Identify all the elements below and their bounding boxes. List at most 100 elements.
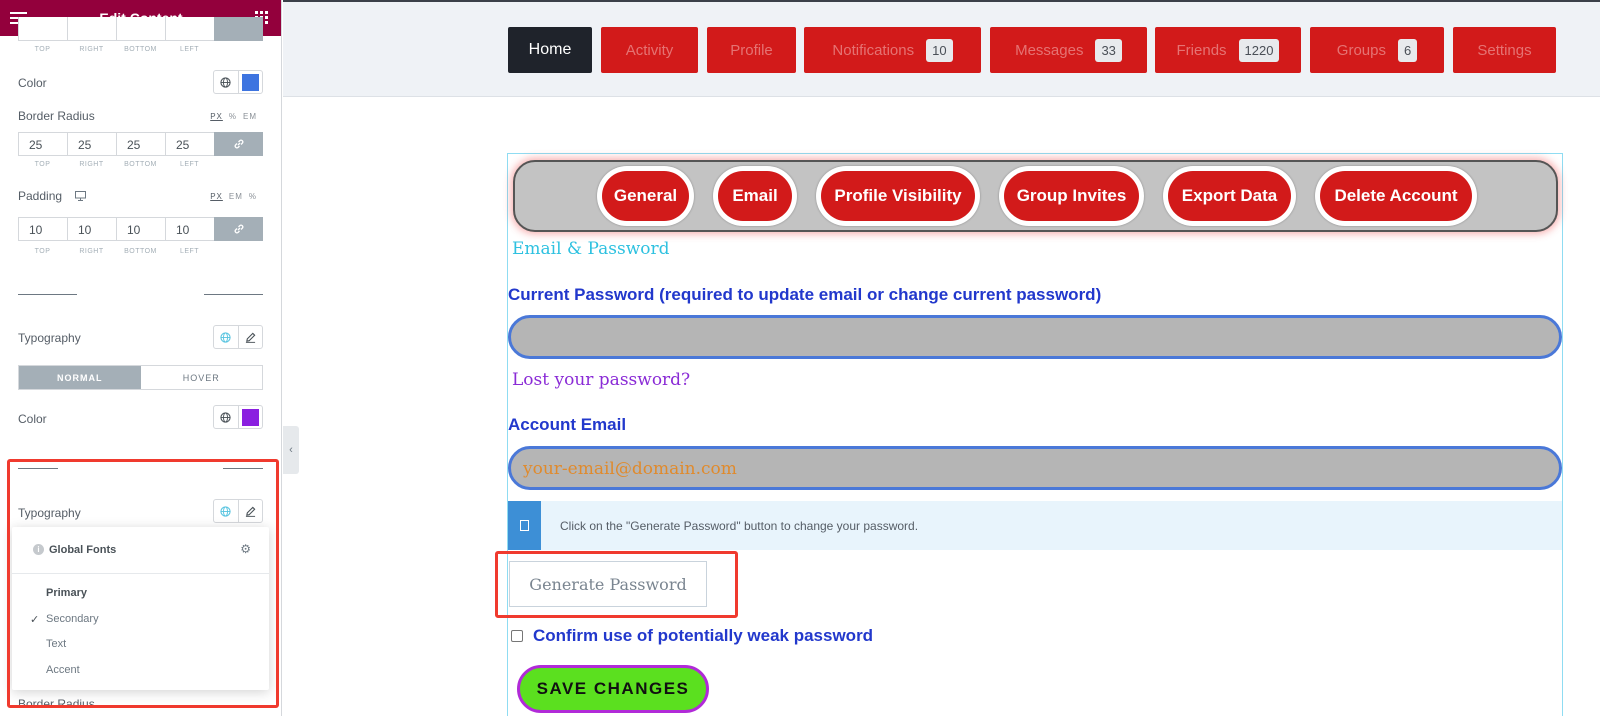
dim-label: BOTTOM: [124, 248, 157, 255]
nav-label: Profile: [730, 41, 773, 59]
normal-tab[interactable]: NORMAL: [19, 366, 141, 389]
globe-icon[interactable]: [214, 71, 238, 93]
highlight-annotation: [495, 551, 738, 618]
account-email-label: Account Email: [508, 415, 627, 434]
color-label: Color: [18, 412, 47, 426]
tab-export-data[interactable]: Export Data: [1163, 166, 1296, 226]
count-badge: 6: [1397, 38, 1418, 62]
nav-groups[interactable]: Groups 6: [1310, 27, 1444, 73]
unit-percent[interactable]: %: [249, 192, 257, 201]
tab-label: Profile Visibility: [821, 171, 975, 221]
weak-password-label: Confirm use of potentially weak password: [533, 626, 874, 645]
nav-label: Activity: [625, 41, 674, 59]
nav-label: Settings: [1477, 41, 1532, 59]
lost-password-link[interactable]: Lost your password?: [512, 370, 690, 390]
padding-left-input[interactable]: 10: [165, 217, 214, 241]
unit-percent[interactable]: %: [229, 112, 237, 121]
tab-email[interactable]: Email: [713, 166, 797, 226]
border-radius-right-input[interactable]: 25: [67, 132, 116, 156]
divider-line: [18, 294, 77, 295]
unit-em[interactable]: EM: [243, 112, 257, 121]
padding-dim-labels: TOP RIGHT BOTTOM LEFT: [18, 248, 263, 255]
typography-control: [213, 325, 263, 349]
weak-password-confirm: Confirm use of potentially weak password: [511, 626, 873, 646]
color-control: [213, 70, 263, 94]
pencil-icon[interactable]: [237, 326, 262, 348]
tab-profile-visibility[interactable]: Profile Visibility: [816, 166, 980, 226]
top-dimensions-row: [18, 17, 263, 41]
border-radius-top-input[interactable]: 25: [18, 132, 67, 156]
padding-top-input[interactable]: 10: [18, 217, 67, 241]
tab-label: General: [602, 171, 689, 221]
weak-password-checkbox[interactable]: [511, 630, 523, 642]
nav-friends[interactable]: Friends 1220: [1155, 27, 1301, 73]
count-badge: 33: [1095, 38, 1122, 62]
notice-text: Click on the "Generate Password" button …: [560, 519, 919, 533]
border-radius-inputs: 25 25 25 25: [18, 132, 263, 156]
unit-px[interactable]: PX: [210, 112, 223, 121]
tab-delete-account[interactable]: Delete Account: [1315, 166, 1477, 226]
nav-label: Notifications: [832, 41, 915, 59]
nav-messages[interactable]: Messages 33: [990, 27, 1147, 73]
nav-profile[interactable]: Profile: [707, 27, 796, 73]
border-radius-units: PX% EM: [204, 112, 257, 121]
dim-label: RIGHT: [79, 46, 104, 53]
nav-activity[interactable]: Activity: [601, 27, 698, 73]
globe-icon[interactable]: [214, 326, 238, 348]
border-radius-bottom-input[interactable]: 25: [116, 132, 165, 156]
nav-label: Home: [528, 41, 572, 58]
padding-right-input[interactable]: 10: [67, 217, 116, 241]
top-border: [283, 0, 1600, 2]
border-radius-label: Border Radius: [18, 109, 95, 123]
link-icon[interactable]: [214, 132, 263, 156]
dim-label: BOTTOM: [124, 46, 157, 53]
typography-label: Typography: [18, 331, 81, 345]
dim-label: TOP: [34, 248, 51, 255]
color-swatch[interactable]: [237, 406, 262, 428]
padding-units: PX EM%: [204, 192, 257, 201]
color-swatch[interactable]: [237, 71, 262, 93]
unit-em[interactable]: EM: [229, 192, 243, 201]
padding-inputs: 10 10 10 10: [18, 217, 263, 241]
tab-label: Email: [718, 171, 792, 221]
dim-top-input[interactable]: [18, 17, 67, 41]
nav-notifications[interactable]: Notifications 10: [804, 27, 981, 73]
tab-general[interactable]: General: [597, 166, 694, 226]
collapse-panel-handle[interactable]: ‹: [283, 426, 299, 474]
count-badge: 1220: [1238, 38, 1280, 62]
current-password-input[interactable]: [508, 315, 1562, 359]
unit-px[interactable]: PX: [210, 192, 223, 201]
desktop-icon[interactable]: [75, 190, 87, 204]
save-changes-button[interactable]: SAVE CHANGES: [517, 665, 709, 713]
tab-label: Export Data: [1168, 171, 1291, 221]
notice-icon: [508, 501, 541, 550]
dim-label: LEFT: [179, 248, 200, 255]
dim-label: RIGHT: [79, 161, 104, 168]
hover-tab[interactable]: HOVER: [140, 366, 262, 389]
dim-label: TOP: [34, 161, 51, 168]
nav-settings[interactable]: Settings: [1453, 27, 1556, 73]
border-radius-dim-labels: TOP RIGHT BOTTOM LEFT: [18, 161, 263, 168]
section-title: Email & Password: [512, 239, 670, 259]
dim-bottom-input[interactable]: [116, 17, 165, 41]
app-root: Edit Content TOP RIGHT BOTTOM LEFT Color: [0, 0, 1600, 716]
tab-group-invites[interactable]: Group Invites: [999, 166, 1144, 226]
border-radius-left-input[interactable]: 25: [165, 132, 214, 156]
nav-home[interactable]: Home: [508, 27, 592, 73]
color-label: Color: [18, 76, 47, 90]
link-icon[interactable]: [214, 217, 263, 241]
password-notice: Click on the "Generate Password" button …: [508, 501, 1562, 550]
state-toggle: NORMAL HOVER: [18, 365, 263, 390]
dim-right-input[interactable]: [67, 17, 116, 41]
count-badge: 10: [926, 38, 953, 62]
account-email-input[interactable]: your-email@domain.com: [508, 446, 1562, 490]
padding-bottom-input[interactable]: 10: [116, 217, 165, 241]
highlight-annotation: [7, 459, 279, 708]
dim-left-input[interactable]: [165, 17, 214, 41]
globe-icon[interactable]: [214, 406, 238, 428]
dim-label: RIGHT: [79, 248, 104, 255]
nav-label: Friends: [1176, 41, 1227, 59]
dim-label: LEFT: [179, 161, 200, 168]
padding-label-text: Padding: [18, 189, 63, 203]
link-values-button[interactable]: [214, 17, 263, 41]
